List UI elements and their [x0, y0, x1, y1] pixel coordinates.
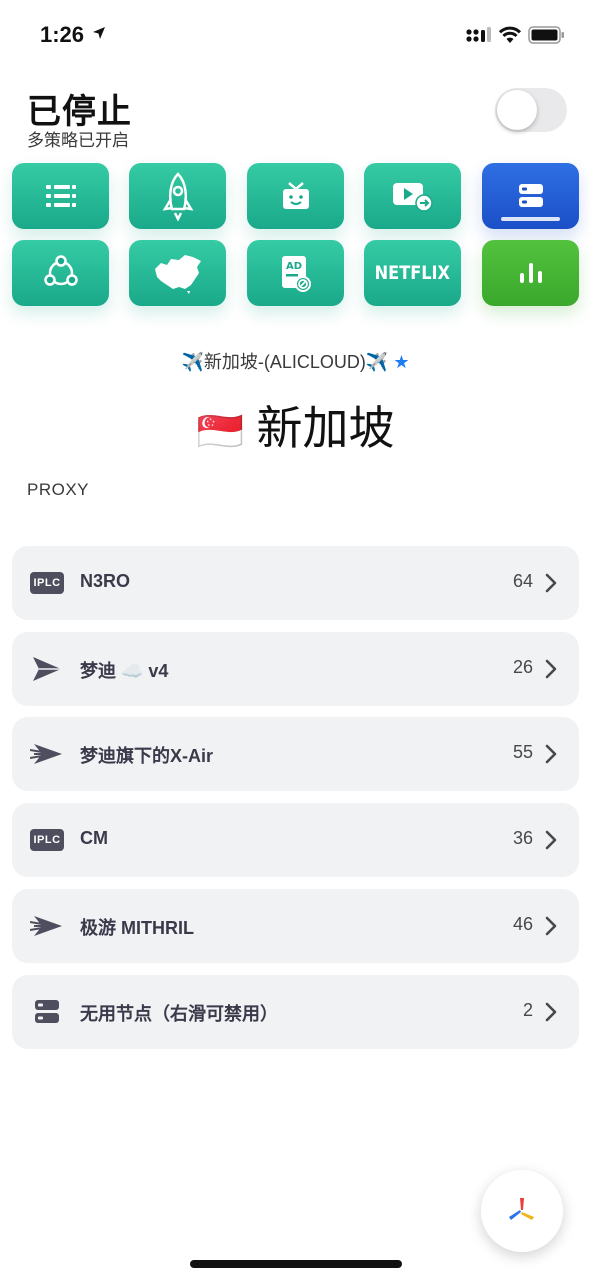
tile-list[interactable] — [12, 163, 109, 229]
list-item[interactable]: 极游 MITHRIL 46 — [12, 889, 579, 963]
iplc-icon: IPLC — [30, 829, 64, 851]
location-arrow-icon — [93, 27, 105, 39]
status-bar: 1:26 — [0, 0, 591, 70]
tile-video[interactable] — [364, 163, 461, 229]
network-icon — [43, 255, 78, 286]
group-count: 2 — [522, 1000, 533, 1020]
group-count: 55 — [512, 742, 533, 762]
group-count: 26 — [512, 657, 533, 677]
group-label: 梦迪 ☁️ v4 — [80, 661, 169, 681]
group-count: 46 — [512, 914, 533, 934]
floating-action-button[interactable] — [481, 1170, 563, 1252]
tile-adblock[interactable]: AD — [247, 240, 344, 306]
group-label: 极游 MITHRIL — [80, 918, 194, 938]
svg-text:AD: AD — [286, 261, 302, 272]
iplc-icon: IPLC — [30, 572, 64, 594]
vpn-toggle[interactable] — [495, 88, 567, 132]
tile-tv[interactable] — [247, 163, 344, 229]
selected-indicator — [501, 217, 560, 221]
chevron-right-icon — [545, 916, 557, 936]
chevron-right-icon — [545, 744, 557, 764]
cellular-signal-icon — [466, 27, 491, 42]
list-item[interactable]: IPLC N3RO 64 — [12, 546, 579, 620]
tile-server[interactable] — [482, 163, 579, 229]
tile-rocket[interactable] — [129, 163, 226, 229]
home-indicator — [190, 1260, 402, 1268]
rocket-icon — [162, 172, 193, 221]
chevron-right-icon — [545, 573, 557, 593]
tile-network[interactable] — [12, 240, 109, 306]
battery-icon — [528, 26, 564, 44]
video-play-icon — [392, 183, 433, 212]
flag-icon: 🇸🇬 — [196, 411, 244, 453]
server-icon — [35, 1000, 59, 1023]
group-label: N3RO — [80, 571, 131, 591]
current-node-name[interactable]: 🇸🇬 新加坡 — [0, 392, 591, 458]
speed-plane-icon — [30, 744, 62, 764]
node-path-text: ✈️新加坡-(ALICLOUD)✈️ — [181, 352, 389, 372]
current-node-path[interactable]: ✈️新加坡-(ALICLOUD)✈️ ★ — [0, 348, 591, 374]
wifi-icon — [498, 26, 522, 43]
list-icon — [45, 185, 76, 207]
list-item[interactable]: 无用节点（右滑可禁用） 2 — [12, 975, 579, 1049]
tile-stats[interactable] — [482, 240, 579, 306]
group-label: 无用节点（右滑可禁用） — [80, 1004, 278, 1024]
tile-netflix[interactable]: NETFLIX — [364, 240, 461, 306]
ad-block-icon: AD — [281, 256, 311, 292]
netflix-icon: NETFLIX — [374, 262, 451, 284]
clock: 1:26 — [40, 22, 85, 47]
group-count: 36 — [512, 828, 533, 848]
list-item[interactable]: 梦迪旗下的X-Air 55 — [12, 717, 579, 791]
group-count: 64 — [512, 571, 533, 591]
section-label: PROXY — [27, 480, 90, 499]
chevron-right-icon — [545, 830, 557, 850]
list-item[interactable]: 梦迪 ☁️ v4 26 — [12, 632, 579, 706]
group-label: CM — [80, 828, 108, 848]
chevron-right-icon — [545, 1002, 557, 1022]
server-icon — [518, 184, 543, 207]
china-map-icon — [154, 255, 201, 294]
star-icon[interactable]: ★ — [393, 352, 409, 372]
list-item[interactable]: IPLC CM 36 — [12, 803, 579, 877]
chevron-right-icon — [545, 659, 557, 679]
stats-icon — [519, 263, 542, 283]
tv-gift-icon — [282, 182, 309, 209]
status-subtitle: 多策略已开启 — [27, 131, 129, 150]
tile-china[interactable] — [129, 240, 226, 306]
speed-plane-icon — [30, 916, 62, 936]
tri-color-logo-icon — [509, 1198, 534, 1220]
node-name-text: 新加坡 — [256, 402, 395, 454]
toggle-knob — [497, 90, 537, 130]
paper-plane-icon — [33, 657, 61, 681]
group-label: 梦迪旗下的X-Air — [80, 746, 214, 766]
